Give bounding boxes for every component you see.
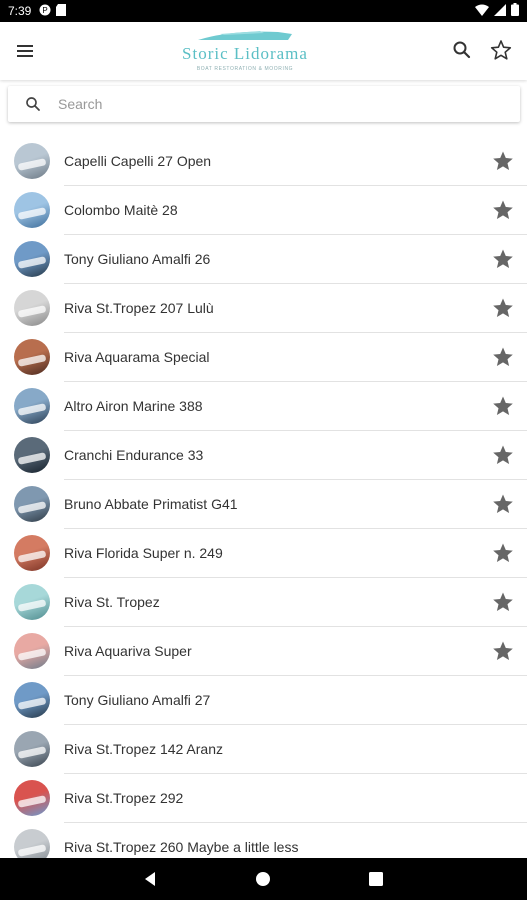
search-button[interactable] xyxy=(450,38,474,62)
boat-shape xyxy=(17,207,47,220)
search-icon xyxy=(26,97,40,111)
list-item[interactable]: Capelli Capelli 27 Open xyxy=(0,137,527,186)
star-outline-icon xyxy=(490,40,512,60)
logo-title: Storic Lidorama xyxy=(182,44,308,63)
boat-name: Colombo Maitè 28 xyxy=(64,202,178,218)
favorite-star-icon[interactable] xyxy=(491,149,515,173)
boat-shape xyxy=(17,452,47,465)
boat-name: Riva Florida Super n. 249 xyxy=(64,545,223,561)
boat-thumbnail xyxy=(14,437,50,473)
boat-thumbnail xyxy=(14,143,50,179)
favorite-star-icon[interactable] xyxy=(491,296,515,320)
status-bar: 7:39 P xyxy=(0,0,527,22)
boat-name: Riva St. Tropez xyxy=(64,594,160,610)
boat-name: Tony Giuliano Amalfi 27 xyxy=(64,692,211,708)
menu-button[interactable] xyxy=(14,40,36,62)
favorite-star-icon[interactable] xyxy=(491,492,515,516)
boat-logo-icon xyxy=(198,31,292,40)
boat-thumbnail xyxy=(14,290,50,326)
home-icon[interactable] xyxy=(254,870,272,888)
list-item[interactable]: Altro Airon Marine 388 xyxy=(0,382,527,431)
list-item[interactable]: Colombo Maitè 28 xyxy=(0,186,527,235)
boat-name: Riva Aquariva Super xyxy=(64,643,192,659)
boat-name: Riva St.Tropez 292 xyxy=(64,790,184,806)
menu-icon xyxy=(17,45,33,57)
boat-name: Riva Aquarama Special xyxy=(64,349,210,365)
boat-name: Riva St.Tropez 207 Lulù xyxy=(64,300,214,316)
boat-name: Cranchi Endurance 33 xyxy=(64,447,204,463)
list-item[interactable]: Riva St.Tropez 292 xyxy=(0,774,527,823)
boat-shape xyxy=(17,844,47,857)
favorite-star-icon[interactable] xyxy=(491,394,515,418)
recents-icon[interactable] xyxy=(367,870,385,888)
svg-text:P: P xyxy=(43,6,48,15)
list-item[interactable]: Riva Aquarama Special xyxy=(0,333,527,382)
boat-shape xyxy=(17,697,47,710)
list-item[interactable]: Riva St.Tropez 207 Lulù xyxy=(0,284,527,333)
search-bar xyxy=(8,86,520,122)
favorite-star-icon[interactable] xyxy=(491,345,515,369)
boat-thumbnail xyxy=(14,731,50,767)
boat-shape xyxy=(17,599,47,612)
status-time: 7:39 xyxy=(8,4,32,18)
boat-shape xyxy=(17,648,47,661)
boat-shape xyxy=(17,305,47,318)
boat-name: Tony Giuliano Amalfi 26 xyxy=(64,251,211,267)
boat-thumbnail xyxy=(14,780,50,816)
list-item[interactable]: Tony Giuliano Amalfi 27 xyxy=(0,676,527,725)
boat-name: Riva St.Tropez 142 Aranz xyxy=(64,741,224,757)
battery-icon xyxy=(511,3,519,19)
boat-thumbnail xyxy=(14,388,50,424)
boat-name: Bruno Abbate Primatist G41 xyxy=(64,496,238,512)
boat-shape xyxy=(17,256,47,269)
boat-shape xyxy=(17,403,47,416)
favorite-star-icon[interactable] xyxy=(491,639,515,663)
app-bar: Storic Lidorama BOAT RESTORATION & MOORI… xyxy=(0,22,527,80)
list-item[interactable]: Cranchi Endurance 33 xyxy=(0,431,527,480)
app-logo: Storic Lidorama BOAT RESTORATION & MOORI… xyxy=(160,26,330,78)
list-item[interactable]: Riva St.Tropez 142 Aranz xyxy=(0,725,527,774)
boat-shape xyxy=(17,354,47,367)
boat-name: Capelli Capelli 27 Open xyxy=(64,153,212,169)
list-item[interactable]: Bruno Abbate Primatist G41 xyxy=(0,480,527,529)
favorites-button[interactable] xyxy=(489,38,513,62)
boat-thumbnail xyxy=(14,339,50,375)
boat-name: Riva St.Tropez 260 Maybe a little less xyxy=(64,839,299,855)
boat-thumbnail xyxy=(14,633,50,669)
list-item[interactable]: Tony Giuliano Amalfi 26 xyxy=(0,235,527,284)
boat-thumbnail xyxy=(14,535,50,571)
boat-shape xyxy=(17,158,47,171)
list-item[interactable]: Riva Aquariva Super xyxy=(0,627,527,676)
search-input[interactable] xyxy=(56,95,520,113)
favorite-star-icon[interactable] xyxy=(491,590,515,614)
list-item[interactable]: Riva Florida Super n. 249 xyxy=(0,529,527,578)
sd-card-icon xyxy=(56,3,67,19)
boat-shape xyxy=(17,501,47,514)
boat-shape xyxy=(17,746,47,759)
favorite-star-icon[interactable] xyxy=(491,247,515,271)
boat-thumbnail xyxy=(14,486,50,522)
favorite-star-icon[interactable] xyxy=(491,198,515,222)
boat-thumbnail xyxy=(14,241,50,277)
notification-p-icon: P xyxy=(39,4,51,19)
boat-list: Capelli Capelli 27 Open Colombo Maitè 28 T… xyxy=(0,137,527,872)
favorite-star-icon[interactable] xyxy=(491,541,515,565)
boat-thumbnail xyxy=(14,584,50,620)
boat-shape xyxy=(17,795,47,808)
logo-subtitle: BOAT RESTORATION & MOORING xyxy=(196,66,294,72)
favorite-star-icon[interactable] xyxy=(491,443,515,467)
boat-name: Altro Airon Marine 388 xyxy=(64,398,203,414)
boat-thumbnail xyxy=(14,192,50,228)
system-nav-bar xyxy=(0,858,527,900)
list-item[interactable]: Riva St. Tropez xyxy=(0,578,527,627)
search-icon xyxy=(453,41,471,59)
boat-shape xyxy=(17,550,47,563)
back-icon[interactable] xyxy=(141,870,159,888)
signal-icon xyxy=(494,3,506,19)
boat-thumbnail xyxy=(14,682,50,718)
wifi-icon xyxy=(475,4,489,19)
